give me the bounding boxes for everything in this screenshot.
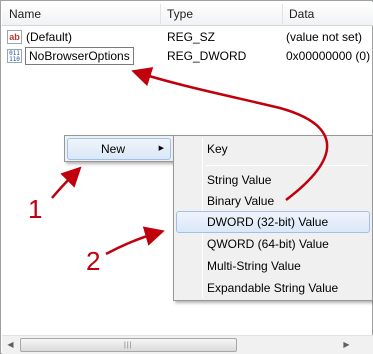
value-name-rename-field[interactable]: NoBrowserOptions bbox=[25, 47, 134, 65]
value-data: (value not set) bbox=[286, 30, 363, 44]
scrollbar-thumb[interactable]: ||| bbox=[20, 338, 237, 352]
value-name: (Default) bbox=[26, 30, 73, 44]
menu-item-new[interactable]: New ▶ bbox=[67, 138, 171, 160]
column-name-header[interactable]: Name bbox=[2, 2, 160, 26]
submenu-arrow-icon: ▶ bbox=[158, 145, 164, 152]
grip-icon: ||| bbox=[124, 342, 133, 349]
column-type-header[interactable]: Type bbox=[160, 2, 282, 26]
table-row[interactable]: ab (Default) REG_SZ (value not set) bbox=[2, 27, 373, 47]
value-type: REG_DWORD bbox=[167, 49, 247, 63]
menu-item-key[interactable]: Key bbox=[176, 138, 370, 160]
value-data: 0x00000000 (0) bbox=[286, 49, 371, 63]
menu-item-dword-value[interactable]: DWORD (32-bit) Value bbox=[176, 211, 370, 233]
context-menu: New ▶ bbox=[64, 135, 174, 162]
table-row[interactable]: 011 110 NoBrowserOptions REG_DWORD 0x0000… bbox=[2, 46, 373, 66]
menu-item-label: New bbox=[101, 142, 126, 156]
column-data-header[interactable]: Data bbox=[282, 2, 373, 26]
binary-value-icon: 011 110 bbox=[7, 49, 22, 63]
new-submenu: Key String Value Binary Value DWORD (32-… bbox=[173, 135, 373, 301]
annotation-step-2: 2 bbox=[86, 246, 101, 276]
string-value-icon: ab bbox=[7, 30, 22, 44]
menu-item-qword-value[interactable]: QWORD (64-bit) Value bbox=[176, 233, 370, 255]
scroll-right-icon[interactable]: ▶ bbox=[338, 336, 355, 354]
menu-item-expandable-string-value[interactable]: Expandable String Value bbox=[176, 277, 370, 299]
menu-item-multi-string-value[interactable]: Multi-String Value bbox=[176, 255, 370, 277]
scrollbar-corner bbox=[356, 335, 373, 354]
annotation-step-1: 1 bbox=[28, 194, 43, 224]
column-header: Name Type Data bbox=[2, 2, 373, 26]
menu-item-string-value[interactable]: String Value bbox=[176, 169, 370, 191]
value-type: REG_SZ bbox=[167, 30, 216, 44]
menu-item-binary-value[interactable]: Binary Value bbox=[176, 190, 370, 212]
menu-separator bbox=[206, 165, 368, 166]
horizontal-scrollbar[interactable]: ◀ ||| ▶ bbox=[2, 335, 356, 354]
scroll-left-icon[interactable]: ◀ bbox=[2, 336, 19, 354]
